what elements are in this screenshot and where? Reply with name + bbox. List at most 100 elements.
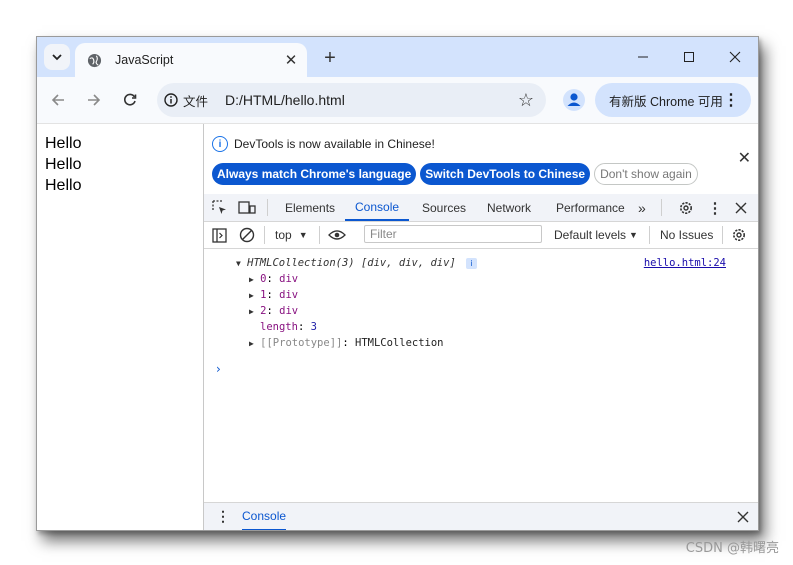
language-infobar: i DevTools is now available in Chinese! … [204,124,758,194]
tab-javascript[interactable]: JavaScript ✕ [75,43,307,77]
prototype-item[interactable]: ▶ [[Prototype]]: HTMLCollection [249,337,444,349]
update-chrome-label: 有新版 Chrome 可用 [609,94,723,109]
globe-icon [85,51,103,69]
console-output: ▼ HTMLCollection(3) [div, div, div] i he… [204,249,758,504]
inspect-element-icon[interactable] [211,199,229,217]
profile-avatar[interactable] [562,88,586,112]
clear-console-icon[interactable] [239,222,255,248]
context-label: top [275,228,292,242]
address-bar[interactable]: 文件 D:/HTML/hello.html ☆ [157,83,546,117]
minimize-icon [638,56,648,58]
collapsed-triangle-icon[interactable]: ▶ [249,339,254,348]
toolbar-divider [264,226,265,244]
hello-text: Hello [45,156,82,173]
site-info-chip[interactable]: 文件 [164,88,208,112]
back-button[interactable] [45,87,71,113]
tab-performance[interactable]: Performance [556,194,625,221]
expanded-triangle-icon[interactable]: ▼ [236,259,241,268]
file-chip-label: 文件 [183,94,209,109]
filter-placeholder: Filter [370,227,397,241]
collection-summary: HTMLCollection(3) [div, div, div] [247,257,456,269]
collection-item[interactable]: ▶ 2: div [249,305,298,317]
drawer-tab-console[interactable]: Console [242,503,287,530]
live-expression-eye-icon[interactable] [328,222,346,248]
hello-text: Hello [45,135,82,152]
reload-button[interactable] [117,87,143,113]
collapsed-triangle-icon[interactable]: ▶ [249,307,254,316]
console-prompt-icon[interactable]: › [216,362,221,376]
prototype-value: HTMLCollection [355,337,444,349]
length-value: 3 [310,321,317,333]
collapsed-triangle-icon[interactable]: ▶ [249,275,254,284]
toolbar-divider [267,199,268,216]
collapsed-triangle-icon[interactable]: ▶ [249,291,254,300]
dropdown-arrow-icon: ▼ [298,230,308,240]
log-levels-dropdown[interactable]: Default levels ▼ [554,222,638,248]
close-drawer-icon[interactable] [737,510,749,528]
collection-item[interactable]: ▶ 1: div [249,289,298,301]
drawer-menu-kebab-icon[interactable]: ⋮ [216,508,230,525]
arrow-right-icon [88,94,101,106]
source-link[interactable]: hello.html:24 [644,257,726,269]
bookmark-star-icon[interactable]: ☆ [518,90,534,111]
context-selector[interactable]: top ▼ [275,222,308,248]
infobar-close-icon[interactable]: ✕ [738,148,751,168]
item-value: div [279,305,299,317]
close-devtools-icon[interactable] [732,199,750,217]
tab-search-button[interactable] [44,44,70,70]
browser-toolbar: 文件 D:/HTML/hello.html ☆ 有新版 Chrome 可用 ⋮ [37,77,758,124]
tab-sources[interactable]: Sources [422,194,466,221]
log-entry-header[interactable]: ▼ HTMLCollection(3) [div, div, div] i [236,257,478,269]
dont-show-again-button[interactable]: Don't show again [594,163,698,185]
menu-kebab-icon[interactable]: ⋮ [723,90,739,110]
tab-network[interactable]: Network [487,194,531,221]
console-filter-input[interactable]: Filter [364,225,542,243]
devtools-panel: i DevTools is now available in Chinese! … [203,124,758,530]
toolbar-divider [661,199,662,216]
prototype-key: [[Prototype]] [260,337,343,349]
maximize-icon [684,52,694,62]
maximize-button[interactable] [669,43,709,71]
info-icon [164,93,178,107]
device-toolbar-icon[interactable] [238,199,256,217]
new-tab-button[interactable]: + [319,47,341,69]
devtools-drawer: ⋮ Console [204,502,758,530]
hello-text: Hello [45,177,82,194]
close-window-button[interactable] [715,43,755,71]
show-sidebar-icon[interactable] [212,222,227,248]
levels-label: Default levels [554,228,627,242]
settings-gear-icon[interactable] [677,199,695,217]
tab-title: JavaScript [115,53,174,67]
switch-chinese-button[interactable]: Switch DevTools to Chinese [420,163,591,185]
minimize-button[interactable] [623,43,663,71]
issues-counter[interactable]: No Issues [660,222,713,248]
infobar-message: DevTools is now available in Chinese! [234,137,435,151]
toolbar-divider [649,226,650,244]
length-key: length [260,321,298,333]
info-icon: i [212,136,228,152]
url-text[interactable]: D:/HTML/hello.html [225,92,345,108]
length-property: length: 3 [260,321,317,333]
item-value: div [279,273,299,285]
more-tabs-button[interactable]: » [638,194,646,221]
item-value: div [279,289,299,301]
toolbar-divider [722,226,723,244]
close-icon [729,51,741,63]
person-icon [563,89,585,111]
watermark-text: CSDN @韩曙亮 [685,541,779,556]
collection-item[interactable]: ▶ 0: div [249,273,298,285]
toolbar-divider [319,226,320,244]
reload-icon [124,93,137,106]
update-chrome-button[interactable]: 有新版 Chrome 可用 ⋮ [595,83,751,117]
tab-strip: JavaScript ✕ + [37,37,758,77]
devtools-menu-kebab-icon[interactable]: ⋮ [706,199,724,217]
forward-button[interactable] [81,87,107,113]
console-settings-gear-icon[interactable] [731,222,747,248]
chevron-down-icon [52,54,62,61]
browser-window: JavaScript ✕ + 文件 D:/HTML/hello.html ☆ 有… [36,36,759,531]
match-language-button[interactable]: Always match Chrome's language [212,163,417,185]
tab-elements[interactable]: Elements [285,194,335,221]
info-badge-icon: i [466,257,478,269]
tab-close-icon[interactable]: ✕ [281,50,301,70]
tab-console[interactable]: Console [345,194,410,221]
